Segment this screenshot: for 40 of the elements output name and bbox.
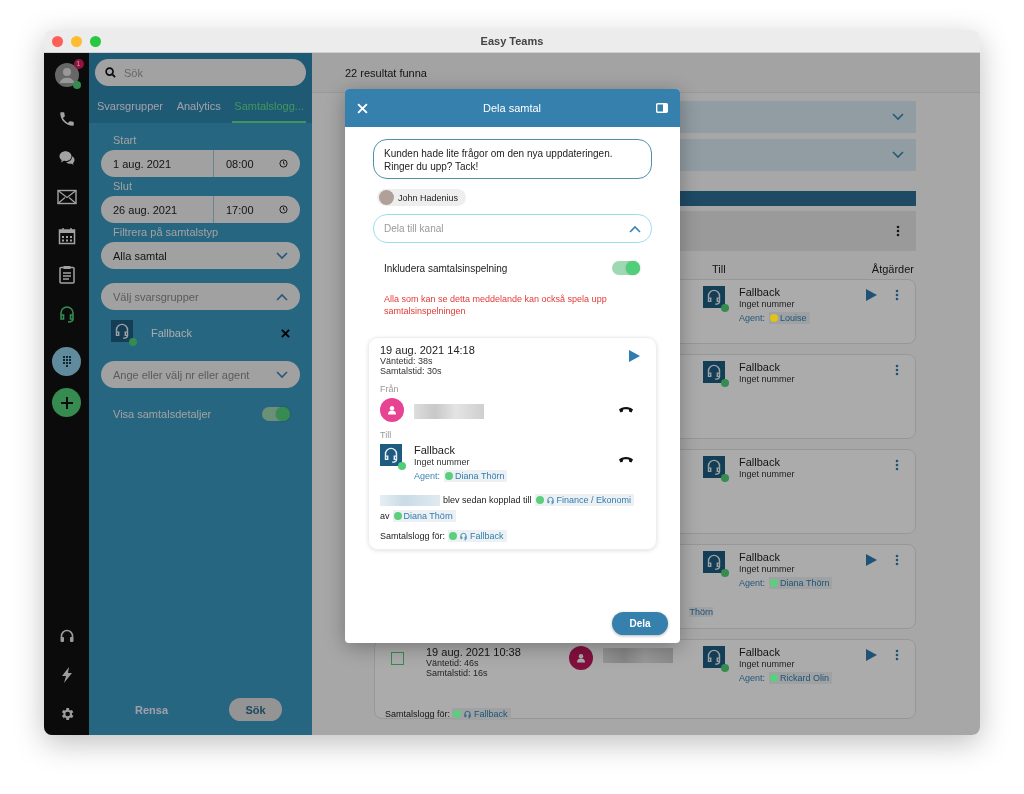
recipient-number: Inget nummer xyxy=(414,457,471,468)
recipient-name: Fallback xyxy=(739,646,781,658)
column-header: Åtgärder xyxy=(871,263,914,275)
agent-label: Agent: xyxy=(739,673,766,683)
call-duration: Samtalstid: 16s xyxy=(426,668,489,678)
recipient-number: Inget nummer xyxy=(739,564,796,574)
dialog-title: Dela samtal xyxy=(482,102,542,114)
recipient-name: Fallback xyxy=(739,361,781,373)
agent-label: Agent: xyxy=(739,313,766,323)
field-label: Start xyxy=(113,134,138,146)
call-log-label: Samtalslogg för: xyxy=(385,709,451,719)
transfer-text: av xyxy=(380,511,390,522)
toggle-label: Inkludera samtalsinspelning xyxy=(384,262,508,274)
call-datetime: 19 aug. 2021 14:18 xyxy=(380,344,475,357)
call-datetime: 19 aug. 2021 10:38 xyxy=(426,646,521,658)
agent-label: Agent: xyxy=(414,471,441,482)
recipient-name: Fallback xyxy=(739,286,781,298)
section-label: Till xyxy=(380,430,393,441)
recipient-number: Inget nummer xyxy=(739,659,796,669)
call-log-label: Samtalslogg för: xyxy=(380,531,446,542)
transfer-text: blev sedan kopplad till xyxy=(443,495,532,506)
column-header: Till xyxy=(712,263,726,275)
recipient-name: Fallback xyxy=(739,551,781,563)
group-name: Fallback xyxy=(151,327,193,339)
recipient-number: Inget nummer xyxy=(739,374,795,384)
wait-time: Väntetid: 46s xyxy=(426,658,480,668)
recipient-number: Inget nummer xyxy=(739,299,796,309)
field-label: Slut xyxy=(113,180,133,192)
warning-text: Alla som kan se detta meddelande kan också spela upp samtalsinspelningen xyxy=(384,293,608,318)
field-label: Filtrera på samtalstyp xyxy=(113,226,220,238)
window-title: Easy Teams xyxy=(480,35,544,47)
agent-label: Agent: xyxy=(739,578,766,588)
toggle-label: Visa samtalsdetaljer xyxy=(113,408,212,420)
recipient-name: Fallback xyxy=(414,444,456,457)
call-duration: Samtalstid: 30s xyxy=(380,366,443,377)
recipient-number: Inget nummer xyxy=(739,469,795,479)
result-count: 22 resultat funna xyxy=(345,66,427,79)
section-label: Från xyxy=(380,384,400,395)
wait-time: Väntetid: 38s xyxy=(380,356,434,367)
recipient-name: Fallback xyxy=(739,456,781,468)
